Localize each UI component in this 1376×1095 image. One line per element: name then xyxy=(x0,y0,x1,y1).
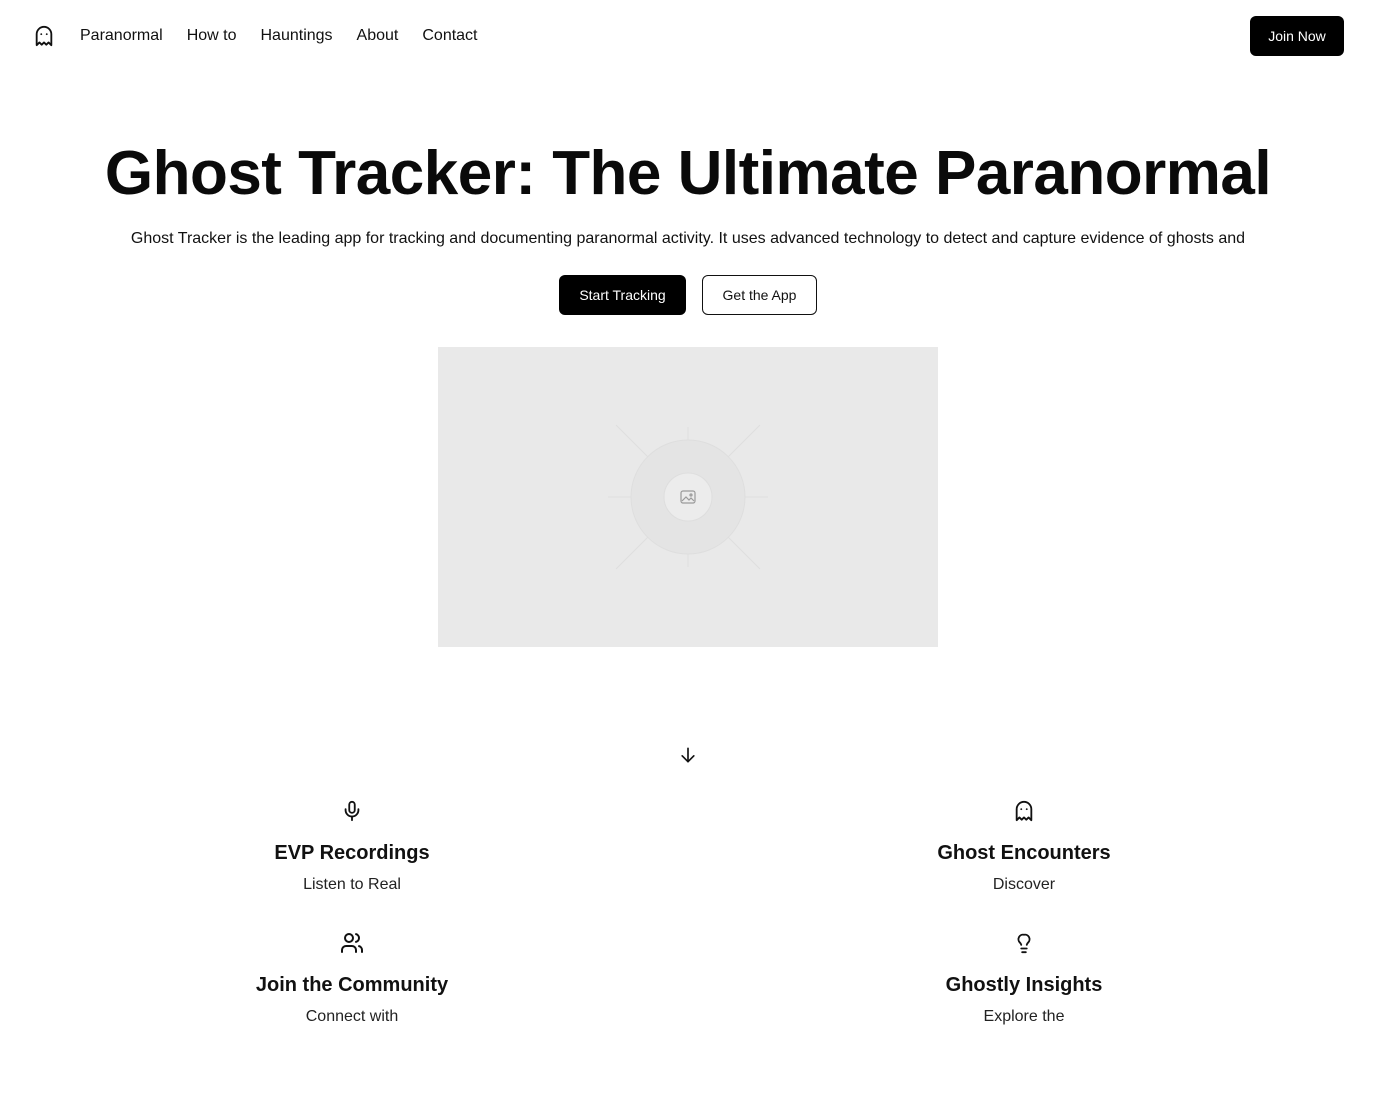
ghost-icon xyxy=(1012,799,1036,823)
feature-title: Join the Community xyxy=(255,974,449,996)
microphone-icon xyxy=(340,799,364,823)
hero-subtitle: Ghost Tracker is the leading app for tra… xyxy=(130,230,1246,247)
users-icon xyxy=(340,931,364,955)
feature-desc: Listen to Real xyxy=(303,876,401,893)
hero-image-placeholder xyxy=(438,347,938,647)
feature-desc: Discover xyxy=(992,876,1056,893)
feature-title: EVP Recordings xyxy=(274,842,430,864)
arrow-down-icon[interactable] xyxy=(676,743,700,767)
hero-cta-row: Start Tracking Get the App xyxy=(0,275,1376,315)
start-tracking-button[interactable]: Start Tracking xyxy=(559,275,686,315)
hero-title: Ghost Tracker: The Ultimate Paranormal xyxy=(104,139,1272,208)
feature-ghostly-insights: Ghostly Insights Explore the xyxy=(824,931,1224,1027)
lightbulb-icon xyxy=(1012,931,1036,955)
image-placeholder-icon xyxy=(608,424,768,570)
feature-ghost-encounters: Ghost Encounters Discover xyxy=(824,799,1224,895)
get-the-app-button[interactable]: Get the App xyxy=(702,275,817,315)
ghost-icon[interactable] xyxy=(32,22,56,50)
feature-desc: Connect with xyxy=(305,1008,399,1025)
nav-link-paranormal[interactable]: Paranormal xyxy=(80,26,163,46)
feature-join-community: Join the Community Connect with xyxy=(152,931,552,1027)
feature-title: Ghost Encounters xyxy=(937,842,1111,864)
join-now-button[interactable]: Join Now xyxy=(1250,16,1344,56)
feature-evp-recordings: EVP Recordings Listen to Real xyxy=(152,799,552,895)
feature-title: Ghostly Insights xyxy=(945,974,1103,996)
nav-links: Paranormal How to Hauntings About Contac… xyxy=(80,26,478,46)
nav-link-how-to[interactable]: How to xyxy=(187,26,237,46)
feature-desc: Explore the xyxy=(983,1008,1065,1025)
nav-link-hauntings[interactable]: Hauntings xyxy=(261,26,333,46)
top-nav: Paranormal How to Hauntings About Contac… xyxy=(0,0,1376,72)
nav-link-contact[interactable]: Contact xyxy=(422,26,477,46)
nav-link-about[interactable]: About xyxy=(357,26,399,46)
